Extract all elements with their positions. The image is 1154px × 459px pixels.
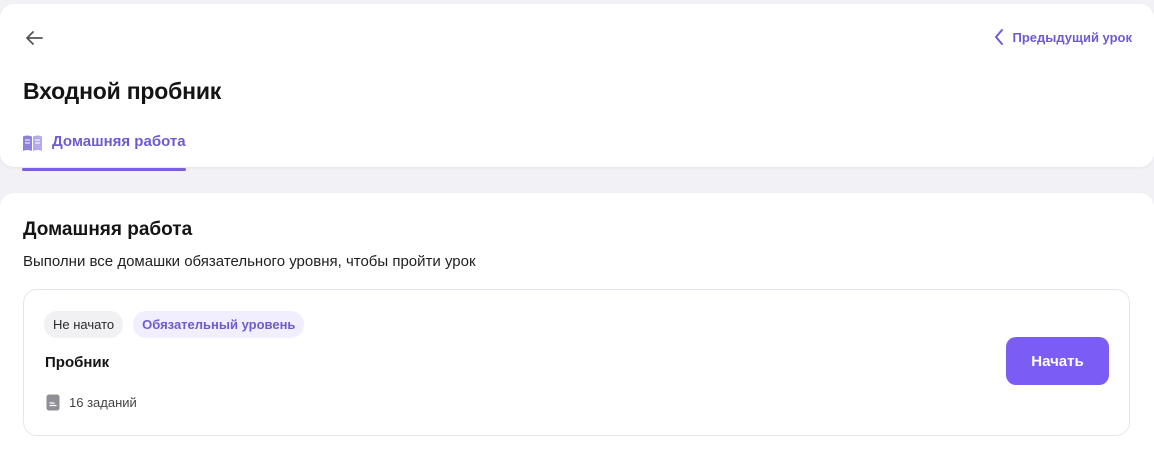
section-title: Домашняя работа bbox=[23, 219, 193, 240]
level-badge: Обязательный уровень bbox=[133, 311, 305, 338]
lesson-header-card: Предыдущий урок Входной пробник Домашняя… bbox=[0, 4, 1154, 171]
homework-section: Домашняя работа Выполни все домашки обяз… bbox=[0, 193, 1154, 459]
arrow-left-icon bbox=[26, 31, 43, 45]
tasks-count: 16 заданий bbox=[46, 393, 137, 411]
book-icon bbox=[22, 133, 44, 153]
previous-lesson-label: Предыдущий урок bbox=[1012, 29, 1132, 45]
homework-badges: Не начато Обязательный уровень bbox=[44, 311, 305, 338]
chevron-left-icon bbox=[994, 28, 1006, 46]
homework-name: Пробник bbox=[45, 354, 110, 371]
tab-homework-label: Домашняя работа bbox=[52, 133, 186, 150]
previous-lesson-link[interactable]: Предыдущий урок bbox=[994, 28, 1132, 46]
page-title: Входной пробник bbox=[23, 78, 222, 104]
section-subtitle: Выполни все домашки обязательного уровня… bbox=[23, 253, 476, 270]
tab-homework[interactable]: Домашняя работа bbox=[22, 130, 186, 171]
back-button[interactable] bbox=[22, 26, 46, 50]
tasks-count-label: 16 заданий bbox=[69, 394, 137, 410]
document-icon bbox=[46, 393, 61, 411]
tab-active-indicator bbox=[22, 168, 186, 171]
start-button[interactable]: Начать bbox=[1006, 337, 1109, 385]
homework-item[interactable]: Не начато Обязательный уровень Пробник 1… bbox=[23, 289, 1130, 436]
status-badge: Не начато bbox=[44, 311, 124, 338]
